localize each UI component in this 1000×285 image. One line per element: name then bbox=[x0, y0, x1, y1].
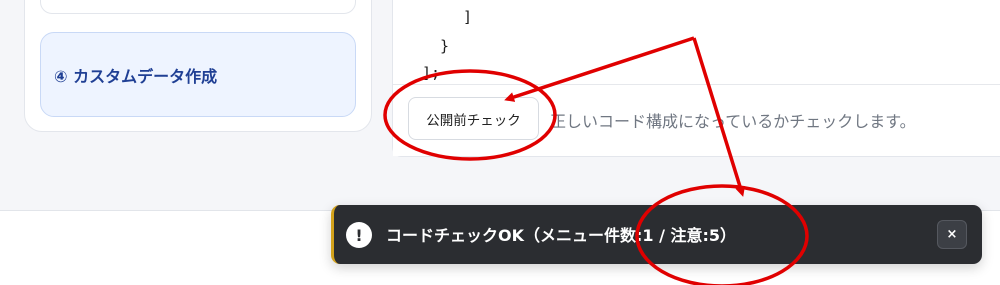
code-editor[interactable]: ] } ]; bbox=[393, 0, 1000, 84]
precheck-button[interactable]: 公開前チェック bbox=[408, 97, 539, 140]
precheck-help-text: 正しいコード構成になっているかチェックします。 bbox=[550, 112, 916, 131]
code-line: ] bbox=[463, 8, 473, 26]
exclamation-icon: ! bbox=[346, 222, 372, 248]
app-window: ④ カスタムデータ作成 ] } ]; 公開前チェック 正しいコード構成になってい… bbox=[0, 0, 1000, 285]
sidebar-step-label: ④ カスタムデータ作成 bbox=[54, 66, 218, 86]
sidebar-step-custom-data[interactable]: ④ カスタムデータ作成 bbox=[40, 32, 356, 117]
toast-message: コードチェックOK（メニュー件数:1 / 注意:5） bbox=[386, 226, 737, 245]
toast-close-button[interactable]: × bbox=[937, 220, 967, 249]
sidebar-step-previous[interactable] bbox=[40, 0, 356, 14]
code-line: ]; bbox=[422, 64, 441, 82]
code-line: } bbox=[440, 37, 450, 55]
